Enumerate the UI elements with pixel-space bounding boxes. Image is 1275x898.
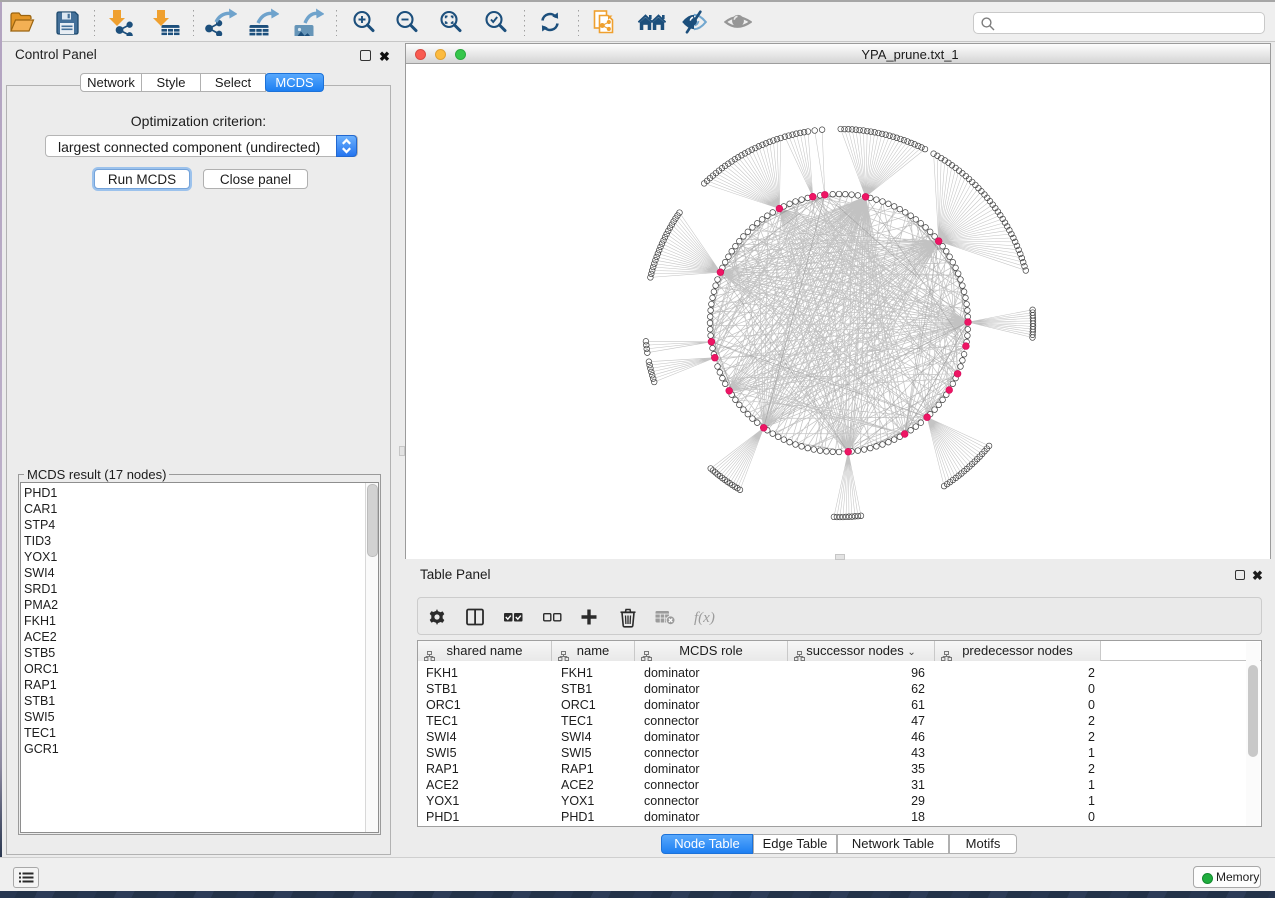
svg-text:f(x): f(x) (694, 610, 715, 626)
